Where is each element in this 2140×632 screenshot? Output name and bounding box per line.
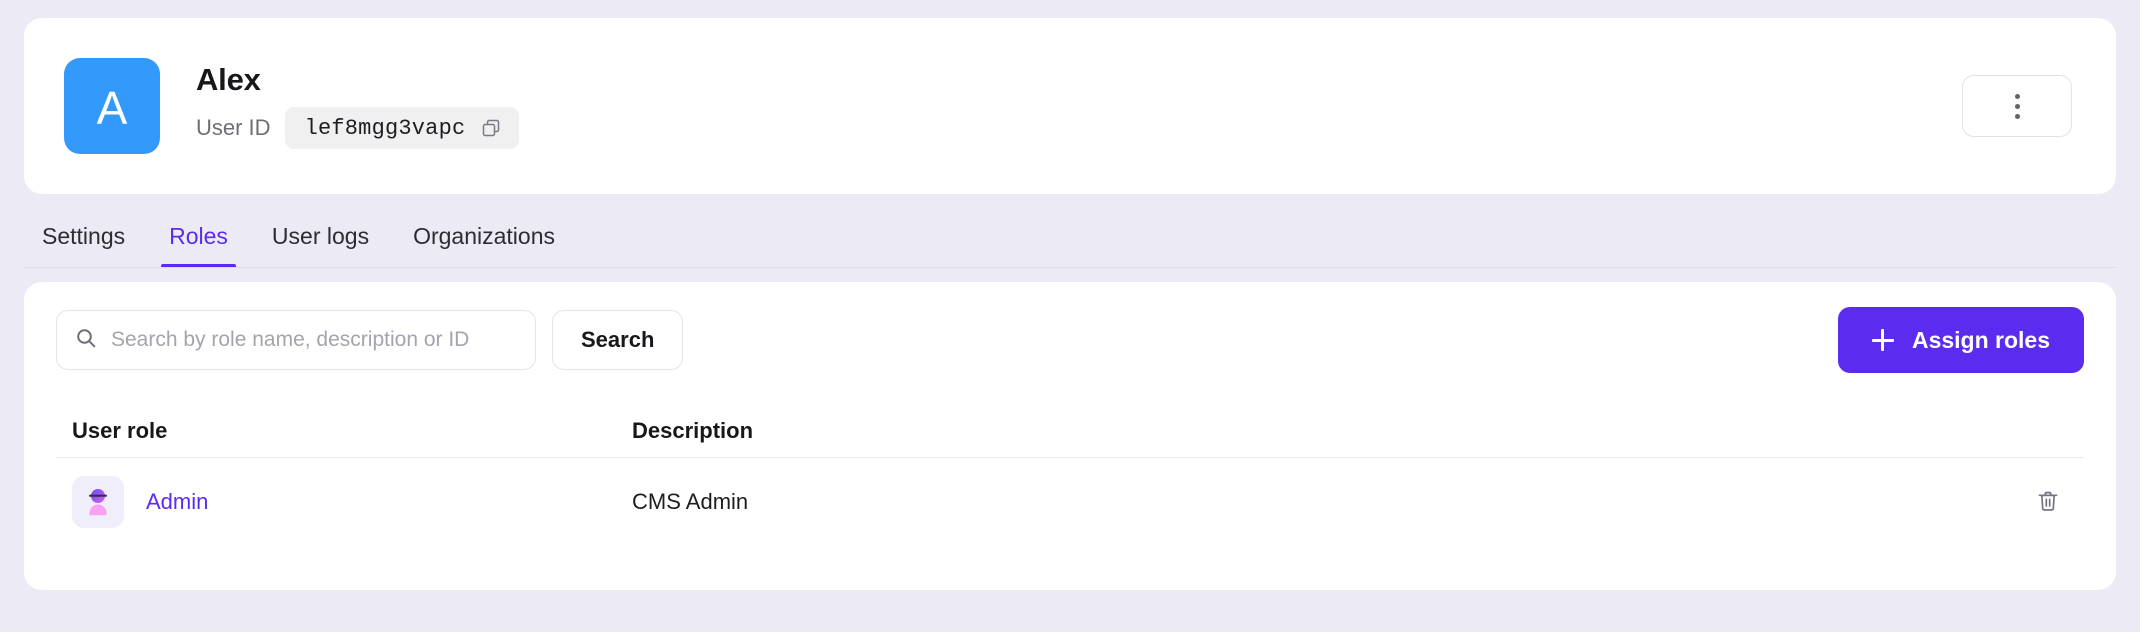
roles-panel: Search Assign roles User role Descriptio… — [24, 282, 2116, 590]
assign-roles-button[interactable]: Assign roles — [1837, 307, 2084, 373]
cell-user-role: Admin — [72, 476, 632, 528]
search-icon — [75, 327, 97, 354]
user-id-value: lef8mgg3vapc — [304, 115, 466, 141]
assign-roles-label: Assign roles — [1911, 326, 2050, 353]
kebab-menu-icon — [2014, 93, 2020, 119]
role-link-admin[interactable]: Admin — [146, 489, 208, 515]
delete-role-button[interactable] — [2028, 482, 2068, 522]
search-button[interactable]: Search — [552, 310, 684, 370]
user-identity: Alex User ID lef8mgg3vapc — [196, 61, 520, 150]
table-header-row: User role Description — [56, 404, 2084, 458]
copy-icon[interactable] — [481, 118, 501, 138]
user-header-card: A Alex User ID lef8mgg3vapc — [24, 18, 2116, 194]
user-id-chip[interactable]: lef8mgg3vapc — [284, 107, 520, 150]
column-header-description: Description — [632, 417, 754, 443]
tab-bar: Settings Roles User logs Organizations — [24, 194, 2116, 268]
user-avatar-icon — [72, 476, 124, 528]
column-header-user-role: User role — [72, 417, 168, 443]
page-root: A Alex User ID lef8mgg3vapc Settings Rol… — [0, 0, 2140, 632]
roles-toolbar: Search Assign roles — [56, 307, 2084, 373]
roles-table: User role Description Admin CMS Admin — [56, 404, 2084, 546]
search-input[interactable] — [111, 328, 517, 352]
user-id-label: User ID — [196, 115, 271, 141]
avatar-initial: A — [96, 82, 128, 134]
plus-icon — [1871, 329, 1894, 351]
more-options-button[interactable] — [1962, 75, 2072, 137]
tab-roles[interactable]: Roles — [147, 225, 250, 268]
tab-user-logs[interactable]: User logs — [250, 225, 391, 268]
cell-description: CMS Admin — [632, 489, 749, 514]
user-id-row: User ID lef8mgg3vapc — [196, 107, 520, 150]
avatar: A — [64, 58, 160, 154]
table-row: Admin CMS Admin — [56, 458, 2084, 546]
cell-actions — [1978, 482, 2068, 522]
page-title: Alex — [196, 61, 261, 97]
trash-icon — [2036, 489, 2060, 516]
tab-organizations[interactable]: Organizations — [391, 225, 577, 268]
search-box[interactable] — [56, 310, 536, 370]
tab-settings[interactable]: Settings — [32, 225, 147, 268]
